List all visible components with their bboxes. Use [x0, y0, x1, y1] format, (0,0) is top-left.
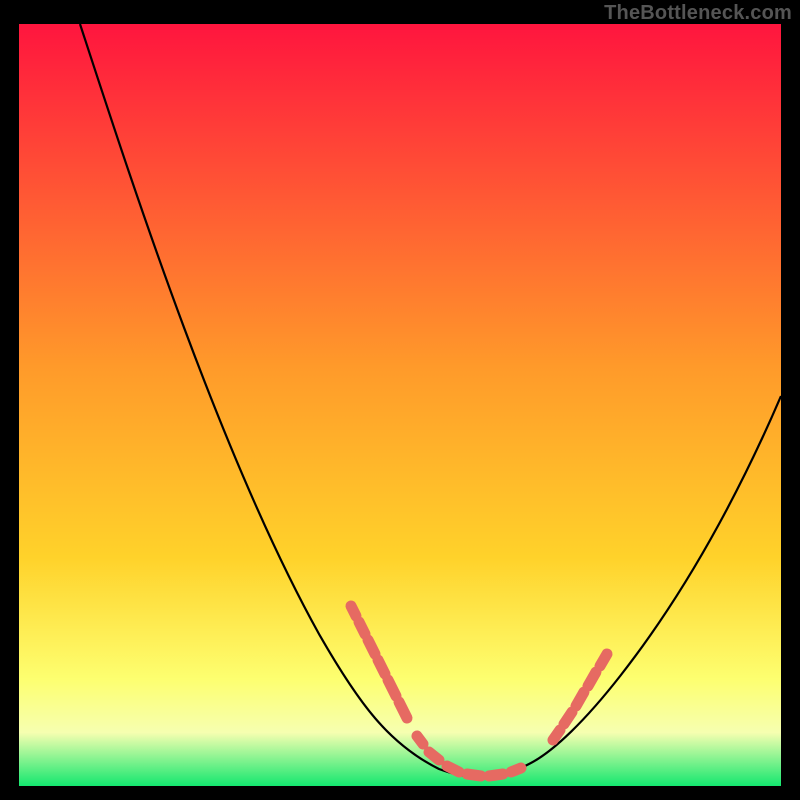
plot-area [19, 24, 781, 786]
watermark-text: TheBottleneck.com [604, 2, 792, 25]
chart-stage: TheBottleneck.com [0, 0, 800, 800]
gradient-background [19, 24, 781, 786]
plot-svg [19, 24, 781, 786]
